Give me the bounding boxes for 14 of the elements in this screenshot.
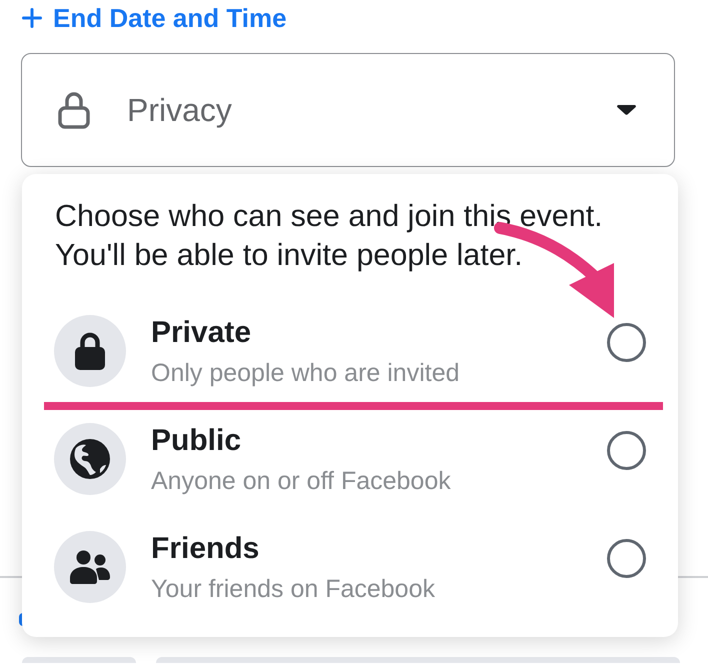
radio-button[interactable] (607, 323, 646, 362)
radio-button[interactable] (607, 539, 646, 578)
lock-icon (58, 91, 90, 129)
radio-button[interactable] (607, 431, 646, 470)
end-date-time-link[interactable]: End Date and Time (22, 3, 287, 33)
caret-icon (617, 105, 636, 115)
option-subtitle: Your friends on Facebook (151, 576, 435, 602)
option-subtitle: Anyone on or off Facebook (151, 468, 451, 494)
option-title: Friends (151, 533, 260, 565)
option-title: Private (151, 317, 252, 349)
option-title: Public (151, 425, 242, 457)
option-subtitle: Only people who are invited (151, 360, 460, 386)
privacy-select[interactable]: Privacy (21, 53, 675, 167)
plus-icon (22, 8, 42, 28)
